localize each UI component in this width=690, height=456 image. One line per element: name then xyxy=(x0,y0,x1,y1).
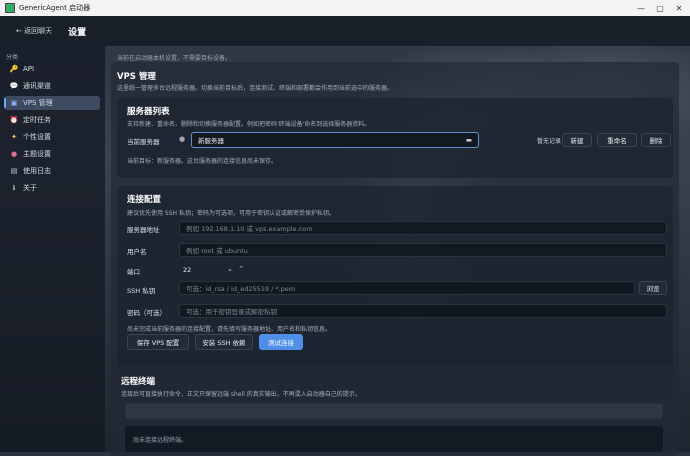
server-list-footer: 当前目标：新服务器。这台服务器的连接信息尚未保存。 xyxy=(127,158,278,165)
sidebar-item-api[interactable]: 🔑 API xyxy=(4,62,100,76)
terminal-title: 远程终端 xyxy=(121,377,156,387)
chat-icon: 💬 xyxy=(9,82,19,90)
back-to-chat-button[interactable]: ← 返回聊天 xyxy=(16,26,52,36)
host-input[interactable]: 例如 192.168.1.10 或 vps.example.com xyxy=(179,221,667,235)
delete-server-button[interactable]: 删除 xyxy=(641,133,671,147)
sidebar-item-label: API xyxy=(23,65,35,73)
sidebar-item-theme[interactable]: ● 主题设置 xyxy=(4,147,100,161)
sidebar-item-label: 关于 xyxy=(23,184,37,192)
password-input[interactable]: 可选：用于密钥登录或解密私钥 xyxy=(179,304,667,318)
ssh-key-label: SSH 私钥 xyxy=(127,287,156,295)
sidebar-item-label: 使用日志 xyxy=(23,167,51,175)
server-list-description: 支持新建、重命名、删除和切换服务器配置。例如把密码'终端设备'命名到选择服务器资… xyxy=(127,121,371,128)
info-icon: ℹ xyxy=(12,184,16,192)
app-icon xyxy=(5,3,15,13)
server-icon: ▣ xyxy=(10,99,18,107)
app-header: ← 返回聊天 设置 xyxy=(0,16,690,46)
save-vps-config-button[interactable]: 保存 VPS 配置 xyxy=(127,334,189,350)
connection-footer: 尚未完成当前服务器的连接配置，请先填写服务器地址、用户名和私钥信息。 xyxy=(127,326,332,333)
port-input[interactable]: 22 xyxy=(183,266,191,274)
maximize-button[interactable]: ▢ xyxy=(653,0,667,16)
context-hint: 当前在启动器本机设置，不需要目标设备。 xyxy=(117,55,232,62)
window-title: GenericAgent 启动器 xyxy=(19,4,91,12)
sidebar-group-label: 分类 xyxy=(6,54,19,61)
minimize-button[interactable]: — xyxy=(634,0,648,16)
alarm-icon: ⏰ xyxy=(9,116,19,124)
browse-key-button[interactable]: 浏览 xyxy=(639,281,667,295)
sidebar-item-schedule[interactable]: ⏰ 定时任务 xyxy=(4,113,100,127)
settings-main: 当前在启动器本机设置，不需要目标设备。 VPS 管理 这里统一管理多台远程服务器… xyxy=(105,46,690,456)
sidebar: 分类 🔑 API 💬 通讯渠道 ▣ VPS 管理 ⏰ 定时任务 ✦ 个性设置 ●… xyxy=(0,46,105,452)
sidebar-item-about[interactable]: ℹ 关于 xyxy=(4,181,100,195)
key-icon: 🔑 xyxy=(9,65,19,73)
bullet-icon: ● xyxy=(179,135,186,143)
terminal-description: 连接后可直接执行命令，正文只保留远端 shell 的真实输出，不再混入启动器自己… xyxy=(121,391,361,398)
current-server-label: 当前服务器 xyxy=(127,138,160,146)
page-title: 设置 xyxy=(68,27,87,38)
sidebar-item-vps[interactable]: ▣ VPS 管理 xyxy=(4,96,100,110)
username-input[interactable]: 例如 root 或 ubuntu xyxy=(179,243,667,257)
sidebar-item-label: 定时任务 xyxy=(23,116,51,124)
port-label: 端口 xyxy=(127,268,140,276)
terminal-status: 尚未连接远程终端。 xyxy=(133,437,188,444)
chevron-up-icon[interactable]: ⌃ xyxy=(238,265,244,273)
sidebar-item-label: VPS 管理 xyxy=(23,99,53,107)
sidebar-item-channels[interactable]: 💬 通讯渠道 xyxy=(4,79,100,93)
unsaved-status: 暂无记录 xyxy=(537,138,562,145)
connection-title: 连接配置 xyxy=(127,195,162,205)
install-ssh-deps-button[interactable]: 安装 SSH 依赖 xyxy=(195,334,253,350)
current-server-select[interactable]: 新服务器 ▬ xyxy=(191,132,479,148)
port-stepper[interactable]: ⌄ ⌃ xyxy=(227,265,244,273)
log-icon: ▤ xyxy=(10,167,18,175)
vps-title: VPS 管理 xyxy=(117,72,156,82)
sidebar-item-personal[interactable]: ✦ 个性设置 xyxy=(4,130,100,144)
terminal-command-input[interactable] xyxy=(125,403,663,419)
new-server-button[interactable]: 新建 xyxy=(562,133,592,147)
palette-icon: ● xyxy=(10,150,18,158)
test-connection-button[interactable]: 测试连接 xyxy=(259,334,303,350)
sidebar-item-label: 主题设置 xyxy=(23,150,51,158)
remote-terminal-card: 远程终端 连接后可直接执行命令，正文只保留远端 shell 的真实输出，不再混入… xyxy=(111,366,679,456)
server-list-card: 服务器列表 支持新建、重命名、删除和切换服务器配置。例如把密码'终端设备'命名到… xyxy=(117,98,673,178)
current-server-value: 新服务器 xyxy=(198,137,224,145)
sparkle-icon: ✦ xyxy=(11,133,17,141)
terminal-output[interactable]: 尚未连接远程终端。 xyxy=(125,426,663,452)
chevron-down-icon[interactable]: ⌄ xyxy=(227,265,233,273)
connection-description: 建议优先使用 SSH 私钥；密码为可选项，可用于密钥认证或解密受保护私钥。 xyxy=(127,210,335,217)
close-button[interactable]: ✕ xyxy=(672,0,686,16)
vps-management-card: VPS 管理 这里统一管理多台远程服务器。切换当前目标后，连接测试、终端和部署都… xyxy=(111,62,679,402)
dropdown-icon: ▬ xyxy=(465,136,472,144)
password-label: 密码（可选） xyxy=(127,309,166,317)
host-label: 服务器地址 xyxy=(127,226,160,234)
sidebar-item-label: 个性设置 xyxy=(23,133,51,141)
rename-server-button[interactable]: 重命名 xyxy=(597,133,637,147)
server-list-title: 服务器列表 xyxy=(127,107,170,117)
sidebar-item-label: 通讯渠道 xyxy=(23,82,51,90)
sidebar-item-logs[interactable]: ▤ 使用日志 xyxy=(4,164,100,178)
ssh-key-input[interactable]: 可选：id_rsa / id_ed25519 / *.pem xyxy=(179,281,635,295)
window-titlebar: GenericAgent 启动器 xyxy=(0,0,690,16)
username-label: 用户名 xyxy=(127,248,147,256)
vps-description: 这里统一管理多台远程服务器。切换当前目标后，连接测试、终端和部署都会作用到当前选… xyxy=(117,85,394,92)
